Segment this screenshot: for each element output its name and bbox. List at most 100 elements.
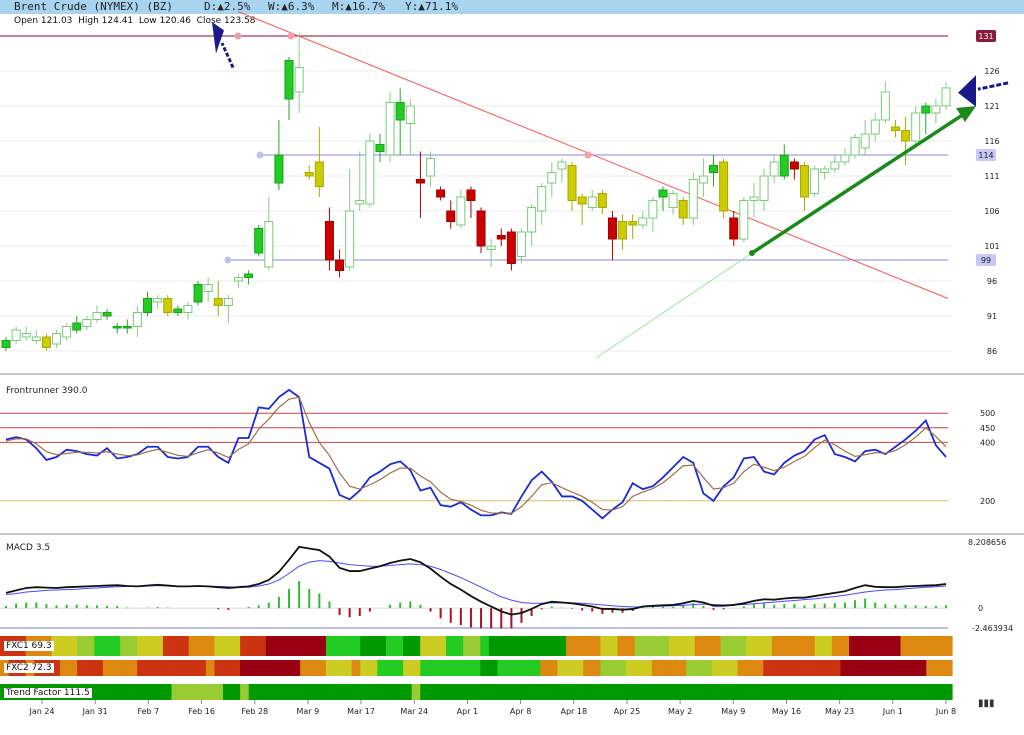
heat-cell (480, 636, 490, 656)
macd-tick-label: -2.463934 (972, 624, 1013, 633)
candle-body (244, 273, 254, 278)
heat-cell (403, 660, 413, 676)
candle-body (143, 298, 153, 313)
candle-body (698, 175, 708, 184)
heat-cell (806, 660, 816, 676)
candle (567, 162, 577, 211)
candle-body (799, 165, 809, 198)
macd-histogram-bar (257, 605, 260, 609)
heat-cell (660, 636, 670, 656)
candle (82, 316, 92, 330)
heat-cell (394, 660, 404, 676)
candle-body (223, 298, 233, 306)
level-handle (224, 256, 232, 264)
trend-arrow-tail (749, 250, 755, 256)
candle-body (112, 326, 122, 329)
candle-body (446, 210, 456, 222)
candle-body (385, 102, 395, 156)
heat-cell (540, 636, 550, 656)
heat-cell (360, 660, 370, 676)
macd-line (5, 545, 947, 616)
heat-cell (265, 684, 276, 700)
heat-cell (720, 660, 730, 676)
candle-body (456, 196, 466, 226)
candle-body (779, 154, 789, 177)
candle-body (537, 186, 547, 212)
heat-cell (574, 684, 584, 700)
macd-histogram-bar (368, 608, 371, 612)
candle-body (72, 322, 82, 331)
heat-cell (934, 636, 945, 656)
candle (112, 323, 122, 334)
heat-cell (831, 660, 842, 676)
heat-cell (420, 660, 430, 676)
candle-body (597, 193, 607, 208)
heat-cell (300, 684, 310, 700)
candle (193, 281, 203, 306)
heat-cell (746, 660, 756, 676)
heat-cell (471, 660, 481, 676)
candle-body (466, 189, 476, 201)
heat-cell (445, 636, 456, 656)
candle (658, 186, 668, 211)
macd-histogram-bar (318, 593, 321, 609)
heat-cell (360, 684, 370, 700)
candle (830, 155, 840, 173)
heat-cell (85, 636, 95, 656)
candle (223, 295, 233, 323)
heat-cell (754, 636, 764, 656)
heat-cell (934, 684, 945, 700)
heat-cell (300, 636, 310, 656)
macd-histogram-bar (106, 605, 109, 609)
heat-cell (720, 684, 730, 700)
chart-menu-icon[interactable]: ▮▮▮ (978, 698, 995, 709)
heat-cell (540, 660, 550, 676)
candle (244, 270, 254, 285)
heat-cell (831, 684, 842, 700)
candle (415, 151, 425, 218)
heat-cell (591, 660, 601, 676)
heat-cell (368, 636, 378, 656)
candle (739, 197, 749, 243)
candle (516, 228, 526, 264)
macd-histogram-bar (823, 603, 826, 609)
macd-histogram-bar (65, 604, 68, 609)
macd-histogram-bar (712, 608, 715, 610)
price-tick-label: 116 (984, 137, 999, 146)
heat-cell (686, 636, 696, 656)
heat-cell (643, 636, 653, 656)
macd-histogram-bar (854, 600, 857, 609)
heat-cell (463, 684, 473, 700)
macd-histogram-bar (35, 602, 38, 609)
candle (799, 162, 809, 211)
candle-body (759, 175, 769, 201)
heat-cell (943, 636, 953, 656)
heat-cell (771, 684, 782, 700)
heat-cell (668, 684, 679, 700)
candle-body (31, 336, 41, 341)
heat-cell (943, 684, 953, 700)
fxc1-label: FXC1 69.3 (4, 641, 54, 651)
x-tick-label: Jun 8 (935, 707, 956, 716)
candle (587, 190, 597, 211)
price-tick-label: 101 (984, 242, 999, 251)
candle (52, 330, 62, 348)
macd-histogram-bar (540, 608, 543, 610)
candle-body (426, 158, 436, 177)
candle (324, 207, 334, 271)
heat-cell (188, 660, 198, 676)
heat-cell (317, 636, 327, 656)
trend-factor-label: Trend Factor 111.5 (4, 688, 92, 698)
heat-cell (137, 660, 147, 676)
candle (284, 57, 294, 120)
macd-histogram-bar (752, 604, 755, 609)
heat-cell (497, 684, 507, 700)
macd-histogram-bar (267, 602, 270, 609)
heat-cell (257, 684, 267, 700)
x-tick-label: May 16 (772, 707, 801, 716)
heat-cell (334, 660, 344, 676)
candle-body (1, 340, 11, 348)
heat-cell (411, 636, 421, 656)
candle-body (436, 189, 446, 198)
heat-cell (368, 684, 378, 700)
